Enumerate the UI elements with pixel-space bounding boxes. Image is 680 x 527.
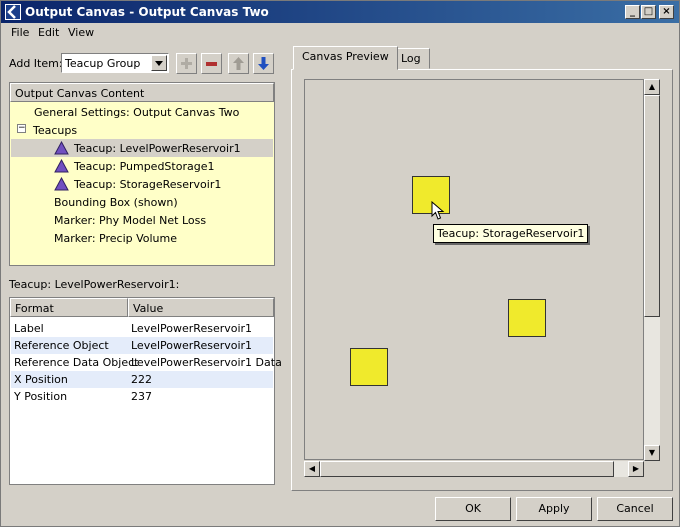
- teacup-icon: [54, 159, 69, 173]
- selection-label: Teacup: LevelPowerReservoir1:: [9, 278, 180, 291]
- canvas-preview[interactable]: Teacup: StorageReservoir1: [304, 79, 644, 460]
- apply-button[interactable]: Apply: [516, 497, 592, 521]
- scroll-left-icon[interactable]: ◀: [304, 461, 320, 477]
- vertical-scroll-thumb[interactable]: [644, 95, 660, 317]
- collapse-icon[interactable]: −: [17, 124, 26, 133]
- tab-canvas-preview[interactable]: Canvas Preview: [293, 46, 398, 70]
- close-button[interactable]: ×: [659, 5, 674, 19]
- minimize-button[interactable]: _: [625, 5, 640, 19]
- table-row[interactable]: X Position 222: [11, 371, 273, 388]
- scroll-down-icon[interactable]: ▼: [644, 445, 660, 461]
- tree-item-general-settings[interactable]: General Settings: Output Canvas Two: [11, 103, 273, 121]
- tree-item-marker-precip-volume[interactable]: Marker: Precip Volume: [11, 229, 273, 247]
- arrow-down-icon: [258, 57, 269, 70]
- add-button[interactable]: [176, 53, 197, 74]
- teacup-icon: [54, 141, 69, 155]
- tree-item-teacups[interactable]: − Teacups: [11, 121, 273, 139]
- teacup-icon: [54, 177, 69, 191]
- move-down-button[interactable]: [253, 53, 274, 74]
- column-header-value[interactable]: Value: [128, 298, 274, 317]
- remove-button[interactable]: [201, 53, 222, 74]
- ok-button[interactable]: OK: [435, 497, 511, 521]
- add-item-label: Add Item:: [9, 57, 63, 70]
- tree-item-teacup-storagereservoir1[interactable]: Teacup: StorageReservoir1: [11, 175, 273, 193]
- column-header-format[interactable]: Format: [10, 298, 128, 317]
- arrow-up-icon: [233, 57, 244, 70]
- horizontal-scroll-thumb[interactable]: [320, 461, 614, 477]
- canvas-content-tree: Output Canvas Content General Settings: …: [9, 82, 275, 266]
- table-row[interactable]: Label LevelPowerReservoir1: [11, 320, 273, 337]
- scroll-up-icon[interactable]: ▲: [644, 79, 660, 95]
- scroll-corner: [644, 461, 660, 477]
- menu-view[interactable]: View: [68, 26, 94, 39]
- menu-edit[interactable]: Edit: [38, 26, 59, 39]
- scroll-right-icon[interactable]: ▶: [628, 461, 644, 477]
- mouse-cursor-icon: [431, 201, 445, 220]
- table-row[interactable]: Reference Object LevelPowerReservoir1: [11, 337, 273, 354]
- canvas-tooltip: Teacup: StorageReservoir1: [433, 224, 589, 243]
- teacup-levelpowerreservoir1-box[interactable]: [350, 348, 388, 386]
- tree-item-bounding-box[interactable]: Bounding Box (shown): [11, 193, 273, 211]
- app-icon: [5, 4, 21, 20]
- maximize-button[interactable]: □: [641, 5, 656, 19]
- vertical-scrollbar[interactable]: ▲ ▼: [644, 79, 660, 461]
- properties-table: Format Value Label LevelPowerReservoir1 …: [9, 297, 282, 485]
- chevron-down-icon[interactable]: [151, 55, 167, 71]
- add-item-combo[interactable]: Teacup Group: [61, 53, 169, 73]
- table-row[interactable]: Reference Data Object LevelPowerReservoi…: [11, 354, 282, 371]
- tree-item-marker-phy-model-net-loss[interactable]: Marker: Phy Model Net Loss: [11, 211, 273, 229]
- menu-file[interactable]: File: [11, 26, 29, 39]
- tree-header: Output Canvas Content: [10, 83, 274, 102]
- title-bar[interactable]: Output Canvas - Output Canvas Two _ □ ×: [1, 1, 679, 23]
- add-item-value: Teacup Group: [65, 57, 141, 70]
- cancel-button[interactable]: Cancel: [597, 497, 673, 521]
- tree-item-teacup-levelpowerreservoir1[interactable]: Teacup: LevelPowerReservoir1: [11, 139, 273, 157]
- table-row[interactable]: Y Position 237: [11, 388, 273, 405]
- plus-icon: [181, 58, 192, 69]
- output-canvas-window: Output Canvas - Output Canvas Two _ □ × …: [0, 0, 680, 527]
- window-title: Output Canvas - Output Canvas Two: [25, 5, 269, 19]
- menu-bar: File Edit View: [1, 23, 679, 42]
- move-up-button[interactable]: [228, 53, 249, 74]
- tree-item-teacup-pumpedstorage1[interactable]: Teacup: PumpedStorage1: [11, 157, 273, 175]
- teacup-pumpedstorage1-box[interactable]: [508, 299, 546, 337]
- minus-icon: [206, 62, 217, 66]
- horizontal-scrollbar[interactable]: ◀ ▶: [304, 461, 644, 477]
